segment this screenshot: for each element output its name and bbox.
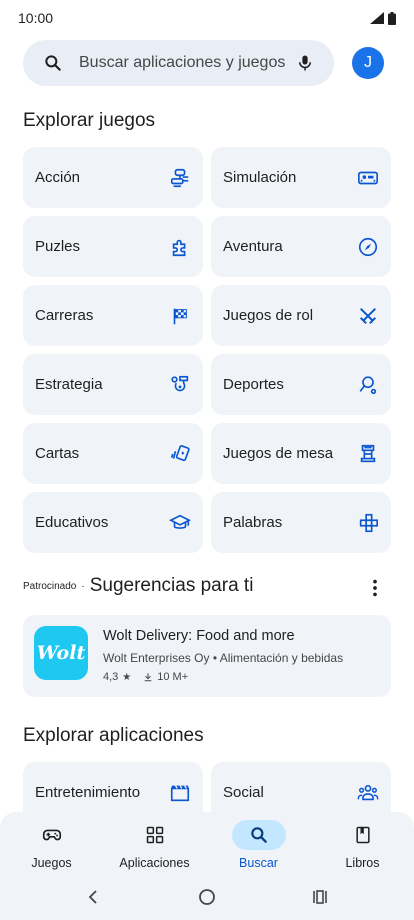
graduation-cap-icon <box>169 514 191 529</box>
system-navigation <box>0 880 414 914</box>
nav-label: Buscar <box>239 856 278 870</box>
clapperboard-icon <box>170 784 190 801</box>
status-bar: 10:00 <box>0 0 414 36</box>
sports-icon <box>359 375 377 394</box>
category-tile-carreras[interactable]: Carreras <box>23 285 203 346</box>
signal-icon <box>370 12 384 24</box>
category-label: Acción <box>35 169 81 186</box>
app-downloads: 10 M+ <box>157 671 189 683</box>
joystick-icon <box>170 168 189 187</box>
category-label: Estrategia <box>35 376 103 393</box>
nav-item-juegos[interactable]: Juegos <box>0 820 103 870</box>
category-tile-educativos[interactable]: Educativos <box>23 492 203 553</box>
category-label: Juegos de mesa <box>223 445 334 462</box>
nav-label: Juegos <box>31 856 72 870</box>
nav-item-libros[interactable]: Libros <box>311 820 414 870</box>
category-tile-simulacion[interactable]: Simulación <box>211 147 391 208</box>
category-label: Cartas <box>35 445 80 462</box>
category-tile-juegos-de-rol[interactable]: Juegos de rol <box>211 285 391 346</box>
category-label: Educativos <box>35 514 109 531</box>
search-bar[interactable]: Buscar aplicaciones y juegos <box>23 40 334 86</box>
sponsored-label: Patrocinado <box>23 580 77 592</box>
book-icon <box>355 826 370 844</box>
search-input[interactable]: Buscar aplicaciones y juegos <box>79 54 296 72</box>
category-tile-aventura[interactable]: Aventura <box>211 216 391 277</box>
cards-icon <box>170 444 190 461</box>
vr-headset-icon <box>358 171 378 184</box>
word-tiles-icon <box>359 513 378 532</box>
app-name: Wolt Delivery: Food and more <box>103 628 295 644</box>
category-tile-juegos-de-mesa[interactable]: Juegos de mesa <box>211 423 391 484</box>
games-section-title: Explorar juegos <box>23 110 156 131</box>
category-tile-estrategia[interactable]: Estrategia <box>23 354 203 415</box>
nav-icon-container <box>231 820 286 850</box>
apps-grid-icon <box>146 826 163 844</box>
search-icon <box>45 55 61 71</box>
category-separator: • <box>212 651 218 665</box>
category-tile-accion[interactable]: Acción <box>23 147 203 208</box>
account-avatar[interactable]: J <box>352 47 384 79</box>
category-tile-palabras[interactable]: Palabras <box>211 492 391 553</box>
compass-icon <box>358 237 378 256</box>
status-icons <box>370 11 396 25</box>
category-label: Palabras <box>223 514 283 531</box>
app-developer-line: Wolt Enterprises Oy • Alimentación y beb… <box>103 651 343 665</box>
recents-icon <box>313 890 327 904</box>
category-label: Carreras <box>35 307 94 324</box>
back-button[interactable] <box>80 884 106 910</box>
category-label: Entretenimiento <box>35 784 141 801</box>
app-developer: Wolt Enterprises Oy <box>103 651 210 665</box>
category-tile-cartas[interactable]: Cartas <box>23 423 203 484</box>
recents-button[interactable] <box>307 884 333 910</box>
nav-item-aplicaciones[interactable]: Aplicaciones <box>103 820 206 870</box>
category-tile-puzles[interactable]: Puzles <box>23 216 203 277</box>
search-icon <box>250 827 267 843</box>
group-icon <box>357 784 379 800</box>
nav-icon-container <box>25 820 79 850</box>
category-label: Social <box>223 784 264 801</box>
back-chevron-icon <box>88 890 97 904</box>
category-tile-deportes[interactable]: Deportes <box>211 354 391 415</box>
nav-label: Aplicaciones <box>119 856 190 870</box>
chess-rook-icon <box>360 444 376 462</box>
download-icon <box>144 673 152 682</box>
avatar-initial: J <box>364 54 372 71</box>
home-circle-icon <box>199 889 215 905</box>
star-icon: ★ <box>122 671 132 683</box>
app-icon-text: Wolt <box>36 642 86 664</box>
app-meta: 4,3 ★ 10 M+ <box>103 671 188 683</box>
nav-icon-container <box>336 820 390 850</box>
puzzle-icon <box>172 239 186 256</box>
app-rating: 4,3 <box>103 671 119 683</box>
nav-icon-container <box>128 820 182 850</box>
category-label: Deportes <box>223 376 284 393</box>
strategy-icon <box>171 375 189 391</box>
separator-dot: · <box>81 580 85 592</box>
more-options-icon[interactable] <box>364 577 386 599</box>
app-category: Alimentación y bebidas <box>219 651 344 665</box>
category-label: Puzles <box>35 238 81 255</box>
status-time: 10:00 <box>18 10 54 26</box>
battery-icon <box>388 11 396 25</box>
wolt-app-icon: Wolt <box>34 626 88 680</box>
suggestions-title: Sugerencias para ti <box>89 575 254 596</box>
checkered-flag-icon <box>173 308 187 324</box>
suggested-app-card[interactable]: Wolt Wolt Delivery: Food and more Wolt E… <box>23 615 391 697</box>
apps-section-title: Explorar aplicaciones <box>23 725 204 746</box>
nav-label: Libros <box>345 856 380 870</box>
category-label: Aventura <box>223 238 283 255</box>
microphone-icon[interactable] <box>296 53 314 73</box>
home-button[interactable] <box>194 884 220 910</box>
nav-item-buscar[interactable]: Buscar <box>207 820 310 870</box>
category-label: Juegos de rol <box>223 307 314 324</box>
gamepad-icon <box>42 829 61 841</box>
suggestions-header: Patrocinado · Sugerencias para ti <box>23 575 253 597</box>
category-label: Simulación <box>223 169 297 186</box>
crossed-swords-icon <box>359 307 377 324</box>
